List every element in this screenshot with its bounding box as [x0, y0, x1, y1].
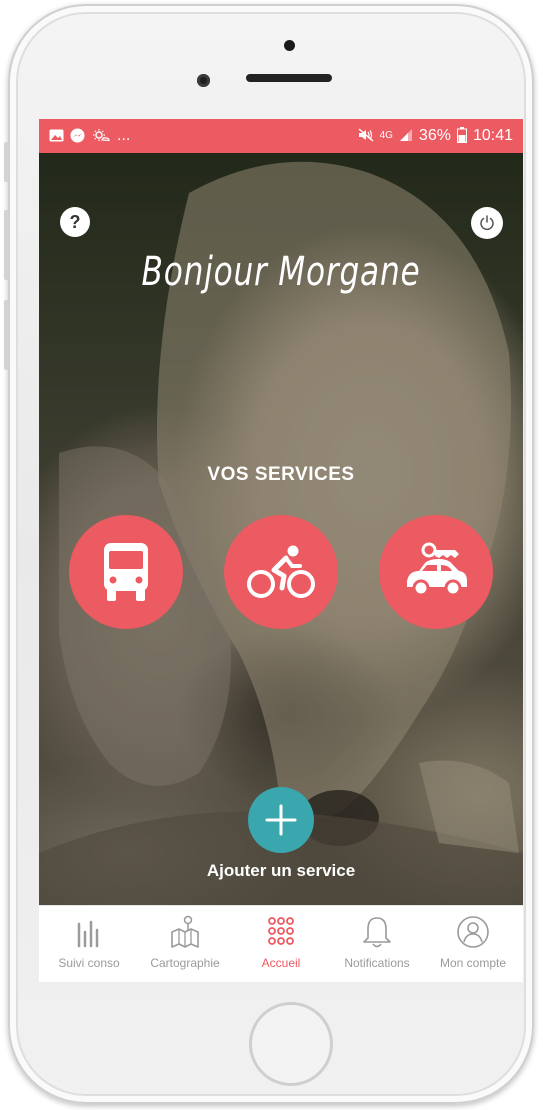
weather-icon: [91, 128, 111, 145]
tab-label: Notifications: [344, 956, 410, 970]
signal-icon: [399, 128, 413, 144]
battery-icon: [456, 127, 467, 145]
volume-up-button[interactable]: [4, 210, 9, 280]
bus-icon: [104, 543, 148, 601]
service-bike-button[interactable]: [224, 515, 338, 629]
tab-accueil[interactable]: Accueil: [235, 914, 327, 970]
messenger-icon: [70, 128, 85, 145]
network-type: 4G: [379, 130, 393, 141]
services-title: VOS SERVICES: [207, 464, 355, 485]
logout-button[interactable]: [471, 207, 503, 239]
power-icon: [480, 215, 494, 231]
bottom-tab-bar: Suivi conso Cartographie Accueil Notific…: [39, 905, 523, 982]
add-service-label: Ajouter un service: [206, 861, 356, 880]
clock: 10:41: [472, 127, 513, 144]
mute-vibrate-icon: [358, 128, 374, 144]
top-dot: [284, 40, 295, 51]
tab-mon-compte[interactable]: Mon compte: [427, 914, 519, 970]
status-bar: ... 4G 36% 10:41: [39, 119, 523, 153]
help-button[interactable]: ?: [60, 207, 90, 237]
volume-down-button[interactable]: [4, 300, 9, 370]
bike-icon: [247, 545, 315, 598]
map-icon: [171, 915, 199, 948]
user-icon: [457, 916, 489, 948]
earpiece-speaker: [246, 74, 332, 82]
tab-notifications[interactable]: Notifications: [331, 914, 423, 970]
chart-bars-icon: [77, 920, 99, 948]
greeting-title: Bonjour Morgane: [141, 249, 421, 295]
tab-label: Cartographie: [150, 956, 220, 970]
tab-label: Suivi conso: [58, 956, 120, 970]
tab-cartographie[interactable]: Cartographie: [139, 914, 231, 970]
image-icon: [49, 129, 64, 144]
home-button[interactable]: [249, 1002, 333, 1086]
front-camera: [197, 74, 210, 87]
mute-switch[interactable]: [4, 142, 9, 182]
grid-dots-icon: [268, 917, 294, 945]
bell-icon: [363, 917, 391, 948]
more-notifications: ...: [117, 127, 131, 144]
tab-label: Accueil: [261, 956, 301, 970]
service-car-button[interactable]: [379, 515, 493, 629]
app-screen: ... 4G 36% 10:41 ? Bonjour Morgane VOS S…: [39, 119, 523, 982]
add-service-button[interactable]: [248, 787, 314, 853]
battery-percent: 36%: [418, 127, 451, 144]
question-icon: ?: [69, 211, 81, 232]
tab-suivi-conso[interactable]: Suivi conso: [43, 914, 135, 970]
car-rental-icon: [407, 542, 467, 597]
plus-icon: [265, 804, 297, 836]
service-bus-button[interactable]: [69, 515, 183, 629]
tab-label: Mon compte: [439, 956, 507, 970]
